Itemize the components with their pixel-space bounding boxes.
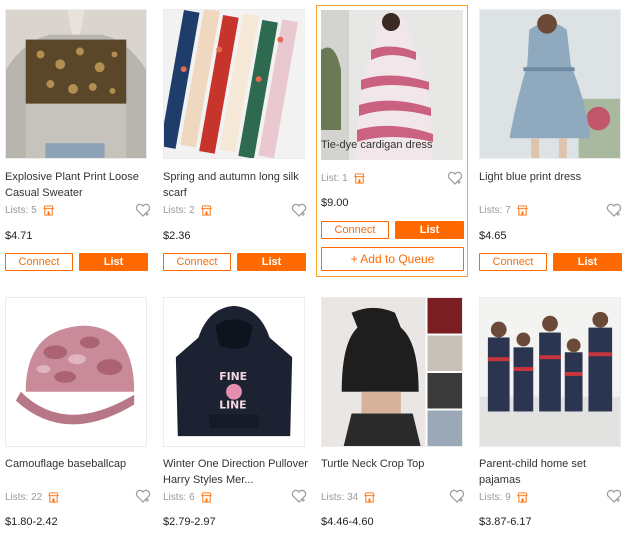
lists-count: Lists: 5 [5, 203, 54, 217]
price: $4.71 [5, 230, 33, 242]
store-icon [516, 204, 528, 216]
product-card[interactable]: FINE LINE Winter One Direction Pullover … [163, 297, 311, 534]
favorite-heart-icon[interactable] [606, 489, 622, 503]
connect-button[interactable]: Connect [479, 253, 547, 271]
add-to-queue-button[interactable]: + Add to Queue [321, 247, 464, 271]
product-card[interactable]: Spring and autumn long silk scarf Lists:… [163, 9, 311, 274]
lists-label: Lists: 7 [479, 204, 511, 216]
store-icon [353, 172, 365, 184]
product-image-blue-dress[interactable] [479, 9, 621, 159]
lists-count: Lists: 2 [163, 203, 212, 217]
favorite-heart-icon[interactable] [135, 489, 151, 503]
lists-label: Lists: 5 [5, 204, 37, 216]
price: $2.79-2.97 [163, 516, 216, 528]
list-button[interactable]: List [237, 253, 306, 271]
product-card[interactable]: Camouflage baseballcap Lists: 22 $1.80-2… [5, 297, 153, 534]
store-icon [48, 491, 59, 503]
product-title[interactable]: Winter One Direction Pullover Harry Styl… [163, 456, 308, 488]
product-image-baseball-cap[interactable] [5, 297, 147, 447]
lists-count: Lists: 6 [163, 490, 212, 504]
lists-count: Lists: 22 [5, 490, 59, 504]
product-card[interactable]: Light blue print dress Lists: 7 $4.65 Co… [479, 9, 627, 274]
price: $9.00 [321, 197, 349, 209]
favorite-heart-icon[interactable] [447, 171, 463, 185]
price: $1.80-2.42 [5, 516, 58, 528]
store-icon [200, 204, 212, 216]
favorite-heart-icon[interactable] [449, 489, 465, 503]
product-title[interactable]: Camouflage baseballcap [5, 456, 150, 472]
connect-button[interactable]: Connect [321, 221, 389, 239]
list-button[interactable]: List [553, 253, 622, 271]
connect-button[interactable]: Connect [5, 253, 73, 271]
store-icon [42, 204, 54, 216]
store-icon [516, 491, 528, 503]
favorite-heart-icon[interactable] [291, 203, 307, 217]
product-card-hovered[interactable]: Tie-dye cardigan dress List: 1 $9.00 Con… [316, 5, 468, 277]
lists-count: List: 1 [321, 171, 365, 185]
product-card[interactable]: Turtle Neck Crop Top Lists: 34 $4.46-4.6… [321, 297, 469, 534]
list-button[interactable]: List [79, 253, 148, 271]
product-card[interactable]: Explosive Plant Print Loose Casual Sweat… [5, 9, 153, 274]
price: $2.36 [163, 230, 191, 242]
list-button[interactable]: List [395, 221, 464, 239]
product-title[interactable]: Parent-child home set pajamas [479, 456, 624, 488]
lists-count: Lists: 7 [479, 203, 528, 217]
price: $4.46-4.60 [321, 516, 374, 528]
lists-label: Lists: 34 [321, 491, 359, 503]
lists-count: Lists: 9 [479, 490, 528, 504]
store-icon [364, 491, 375, 503]
lists-count: Lists: 34 [321, 490, 375, 504]
connect-button[interactable]: Connect [163, 253, 231, 271]
hoodie-print-top: FINE [219, 370, 247, 383]
product-image-sweater[interactable] [5, 9, 147, 159]
product-title[interactable]: Spring and autumn long silk scarf [163, 169, 308, 201]
lists-label: Lists: 2 [163, 204, 195, 216]
price: $4.65 [479, 230, 507, 242]
product-title[interactable]: Turtle Neck Crop Top [321, 456, 466, 472]
product-image-hoodie[interactable]: FINE LINE [163, 297, 305, 447]
lists-label: List: 1 [321, 172, 348, 184]
price: $3.87-6.17 [479, 516, 532, 528]
lists-label: Lists: 22 [5, 491, 43, 503]
product-image-pajamas[interactable] [479, 297, 621, 447]
product-card[interactable]: Parent-child home set pajamas Lists: 9 $… [479, 297, 627, 534]
favorite-heart-icon[interactable] [606, 203, 622, 217]
store-icon [200, 491, 212, 503]
product-image-scarf[interactable] [163, 9, 305, 159]
favorite-heart-icon[interactable] [135, 203, 151, 217]
product-image-turtle-neck[interactable] [321, 297, 463, 447]
favorite-heart-icon[interactable] [291, 489, 307, 503]
product-title[interactable]: Light blue print dress [479, 169, 624, 185]
lists-label: Lists: 9 [479, 491, 511, 503]
lists-label: Lists: 6 [163, 491, 195, 503]
product-title[interactable]: Tie-dye cardigan dress [321, 137, 466, 153]
hoodie-print-bottom: LINE [219, 399, 246, 412]
product-title[interactable]: Explosive Plant Print Loose Casual Sweat… [5, 169, 150, 201]
